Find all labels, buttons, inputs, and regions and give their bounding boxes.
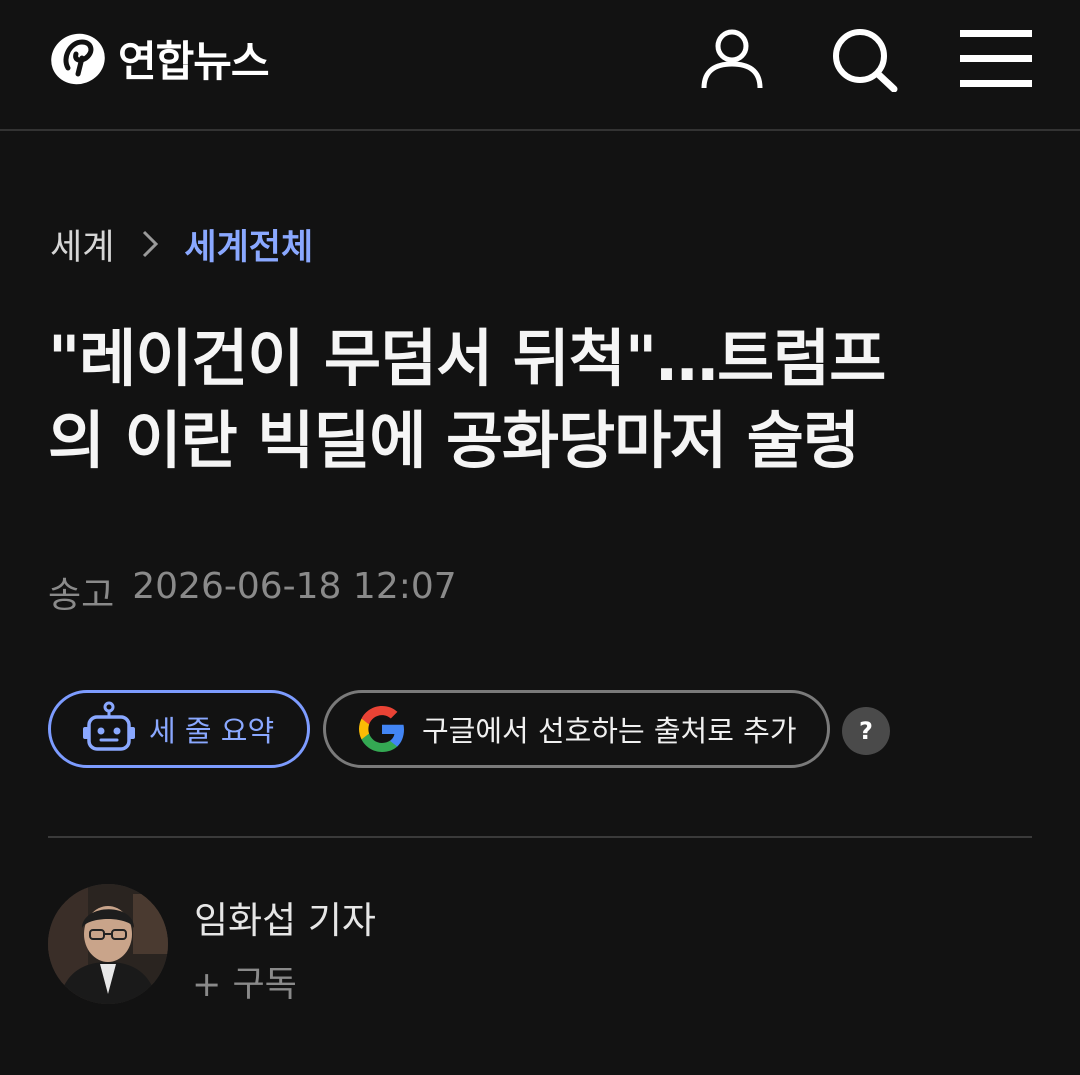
- breadcrumb-section[interactable]: 세계: [50, 219, 114, 270]
- breadcrumb-subsection[interactable]: 세계전체: [184, 219, 313, 270]
- article-headline: "레이건이 무덤서 뒤척"…트럼프 의 이란 빅딜에 공화당마저 술렁: [48, 318, 1038, 482]
- avatar-photo: [48, 884, 168, 1004]
- subscribe-button[interactable]: + 구독: [192, 956, 297, 1007]
- summary-label: 세 줄 요약: [149, 714, 275, 748]
- headline-line-2: 의 이란 빅딜에 공화당마저 술렁: [48, 404, 860, 477]
- logo-icon: [51, 33, 105, 85]
- google-label: 구글에서 선호하는 출처로 추가: [422, 714, 797, 748]
- help-icon[interactable]: ?: [842, 707, 890, 755]
- search-icon[interactable]: [830, 26, 898, 92]
- logo-text: 연합뉴스: [118, 36, 270, 86]
- chevron-right-icon: [143, 230, 159, 258]
- menu-icon[interactable]: [958, 26, 1034, 92]
- breadcrumb: 세계 세계전체: [50, 218, 313, 270]
- reporter-avatar[interactable]: [48, 884, 168, 1004]
- google-icon: [359, 706, 404, 752]
- section-divider: [48, 836, 1032, 838]
- user-icon[interactable]: [698, 26, 766, 92]
- article-datetime: 2026-06-18 12:07: [132, 566, 457, 607]
- summary-button[interactable]: 세 줄 요약: [48, 690, 310, 768]
- site-logo[interactable]: 연합뉴스: [48, 24, 270, 92]
- article-meta: 송고 2026-06-18 12:07: [48, 566, 457, 618]
- site-header: 연합뉴스: [0, 0, 1080, 131]
- article-type: 송고: [48, 575, 115, 616]
- headline-line-1: "레이건이 무덤서 뒤척"…트럼프: [48, 322, 886, 395]
- robot-icon: [83, 701, 135, 751]
- reporter-name[interactable]: 임화섭 기자: [194, 890, 376, 944]
- google-preferred-source-button[interactable]: 구글에서 선호하는 출처로 추가: [323, 690, 830, 768]
